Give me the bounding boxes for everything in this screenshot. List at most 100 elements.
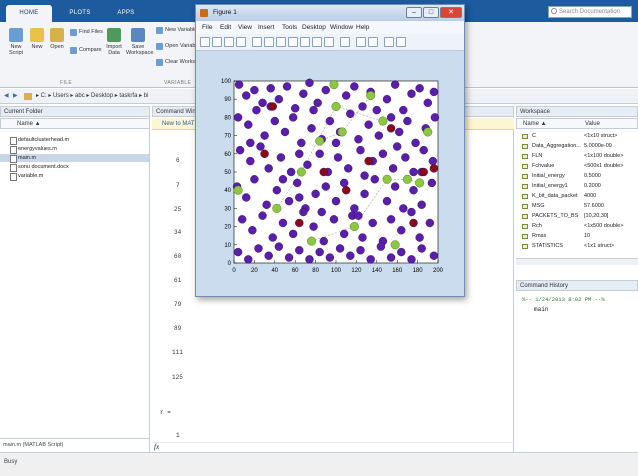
menu-view[interactable]: View [238, 21, 252, 34]
sensor-node-point [401, 153, 410, 162]
address-path[interactable]: ▸ C: ▸ Users ▸ abc ▸ Desktop ▸ taskrfa ▸… [36, 89, 148, 104]
workspace-name-header[interactable]: Name ▲ [523, 119, 547, 130]
zoom-out-icon[interactable] [276, 37, 286, 47]
x-tick-label: 160 [392, 268, 403, 274]
new-button[interactable]: New [28, 28, 46, 50]
find-files-button[interactable]: Find Files [70, 28, 103, 37]
history-session-header[interactable]: %-- 1/24/2013 8:02 PM --% [522, 296, 605, 303]
workspace-row[interactable]: K_bit_data_packet 4000 [520, 192, 636, 201]
figure-canvas[interactable]: 0 20 40 60 80 100 120 140 160 180 200 0 10 20 30 40 50 60… [196, 51, 464, 296]
brush-icon[interactable] [324, 37, 334, 47]
sensor-node-point [258, 98, 267, 108]
workspace-row[interactable]: C <1x10 struct> [520, 132, 636, 141]
workspace-scrollbar[interactable] [516, 258, 638, 265]
menu-help[interactable]: Help [356, 21, 369, 34]
workspace-row[interactable]: Rmax 10 [520, 232, 636, 241]
group-file-label: FILE [60, 80, 73, 86]
import-data-button[interactable]: Import Data [104, 28, 124, 56]
dead-node-point [386, 124, 396, 133]
sensor-node-point [235, 145, 245, 155]
workspace-value-header[interactable]: Value [585, 119, 600, 130]
figure-titlebar[interactable]: Figure 1 – □ ✕ [196, 5, 464, 21]
zoom-in-icon[interactable] [264, 37, 274, 47]
menu-window[interactable]: Window [330, 21, 353, 34]
legend-icon[interactable] [368, 37, 378, 47]
workspace-row[interactable]: STATISTICS <1x1 struct> [520, 242, 636, 251]
save-icon [131, 28, 145, 42]
tab-plots[interactable]: PLOTS [60, 5, 100, 22]
rotate-3d-icon[interactable] [300, 37, 310, 47]
edit-plot-icon[interactable] [252, 37, 262, 47]
menu-desktop[interactable]: Desktop [302, 21, 326, 34]
menu-tools[interactable]: Tools [282, 21, 297, 34]
link-plot-icon[interactable] [340, 37, 350, 47]
sensor-node-point [276, 153, 286, 162]
new-variable-button[interactable]: New Variable [156, 26, 197, 35]
workspace-panel: Workspace Name ▲ Value C <1x10 struct> Dat… [516, 106, 638, 266]
file-item[interactable]: variable.m [10, 172, 43, 181]
scatter-chart[interactable]: 0 20 40 60 80 100 120 140 160 180 200 0 10 20 30 40 50 60… [196, 51, 464, 296]
menu-edit[interactable]: Edit [220, 21, 231, 34]
open-button[interactable]: Open [48, 28, 66, 50]
close-button[interactable]: ✕ [440, 7, 462, 18]
file-item-selected[interactable]: main.m [0, 154, 149, 163]
save-workspace-button[interactable]: Save Workspace [126, 28, 153, 56]
import-data-label: Import Data [106, 44, 122, 56]
sensor-node-point [368, 218, 377, 228]
dead-node-point [295, 218, 304, 228]
history-entry[interactable]: main [534, 306, 548, 313]
workspace-var-name: K_bit_data_packet [532, 193, 578, 199]
y-tick-label: 10 [224, 243, 231, 249]
compare-button[interactable]: Compare [70, 46, 102, 55]
menu-file[interactable]: File [202, 21, 212, 34]
workspace-row[interactable]: Initial_energy 0.5000 [520, 172, 636, 181]
workspace-row[interactable]: PACKETS_TO_BS [10,20,30] [520, 212, 636, 221]
sensor-node-point [260, 131, 269, 140]
pan-icon[interactable] [288, 37, 298, 47]
maximize-button[interactable]: □ [423, 7, 439, 18]
workspace-row[interactable]: FLN <1x100 double> [520, 152, 636, 161]
workspace-row[interactable]: Fchvalue <500x1 double> [520, 162, 636, 171]
sensor-node-point [313, 98, 322, 108]
workspace-header: Name ▲ Value [516, 118, 638, 129]
minimize-button[interactable]: – [406, 7, 422, 18]
current-folder-name-header[interactable]: Name ▲ [0, 118, 150, 129]
sensor-node-point [388, 164, 398, 173]
sensor-node-point [244, 255, 253, 264]
search-documentation-input[interactable]: Search Documentation [548, 6, 632, 18]
workspace-row[interactable]: Data_Aggregation... 5.0000e-09 [520, 142, 636, 151]
sensor-node-point [284, 253, 294, 262]
tab-apps[interactable]: APPS [108, 5, 144, 22]
save-figure-icon[interactable] [224, 37, 234, 47]
tab-home[interactable]: HOME [6, 5, 52, 22]
sensor-node-point [309, 222, 318, 231]
workspace-row[interactable]: Initial_energy1 0.2000 [520, 182, 636, 191]
colorbar-icon[interactable] [356, 37, 366, 47]
open-file-icon[interactable] [212, 37, 222, 47]
file-item[interactable]: sonu document.docx [10, 163, 69, 172]
cluster-head-point [272, 203, 282, 213]
menu-insert[interactable]: Insert [258, 21, 274, 34]
hide-plot-tools-icon[interactable] [384, 37, 394, 47]
sensor-node-point [425, 218, 435, 228]
sensor-node-point [376, 242, 386, 251]
data-cursor-icon[interactable] [312, 37, 322, 47]
cluster-head-point [366, 91, 376, 101]
sensor-node-point [360, 189, 369, 199]
workspace-row[interactable]: MSG 57.6000 [520, 202, 636, 211]
workspace-row[interactable]: Rch <1x500 double> [520, 222, 636, 231]
print-icon[interactable] [236, 37, 246, 47]
file-item[interactable]: defaultclusterhead.m [10, 136, 69, 145]
new-figure-icon[interactable] [200, 37, 210, 47]
workspace-var-value: <1x500 double> [584, 223, 624, 229]
new-script-button[interactable]: New Script [6, 28, 26, 56]
forward-arrow-icon[interactable]: ▶ [13, 89, 18, 104]
figure-window[interactable]: Figure 1 – □ ✕ File Edit View Insert Too… [195, 4, 465, 297]
cluster-head-point [390, 240, 400, 250]
open-variable-button[interactable]: Open Variable [156, 42, 200, 51]
file-item[interactable]: energyvalues.m [10, 145, 57, 154]
back-arrow-icon[interactable]: ◀ [4, 89, 9, 104]
command-prompt[interactable]: fx [152, 442, 514, 452]
sensor-node-point [354, 211, 363, 220]
show-plot-tools-icon[interactable] [396, 37, 406, 47]
